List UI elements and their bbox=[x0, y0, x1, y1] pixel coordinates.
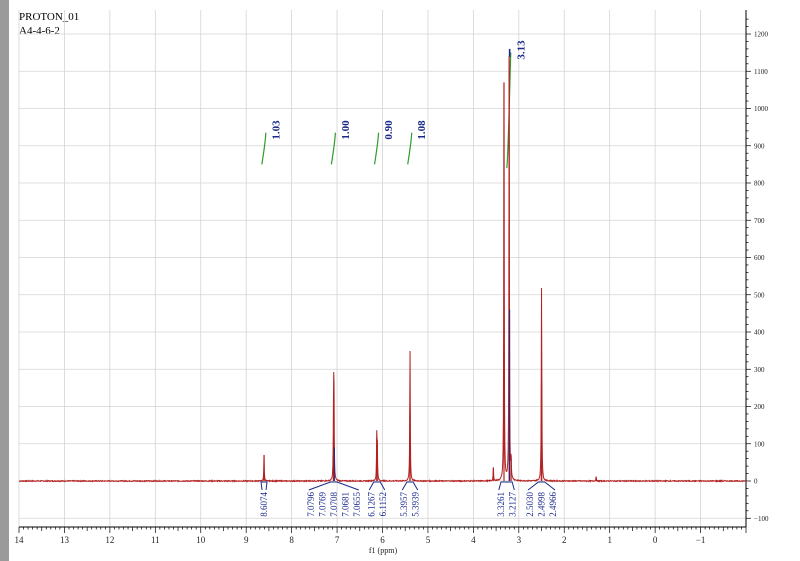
x-tick-label: 9 bbox=[244, 535, 249, 545]
x-tick-label: 6 bbox=[380, 535, 385, 545]
peak-label: 7.0796 bbox=[306, 492, 316, 517]
peak-label: 7.0769 bbox=[317, 492, 327, 517]
integral-curve bbox=[407, 132, 413, 165]
y-tick-label: 400 bbox=[754, 329, 765, 337]
x-tick-label: −1 bbox=[696, 535, 706, 545]
y-tick-label: 200 bbox=[754, 403, 765, 411]
peak-label: 3.3261 bbox=[496, 492, 506, 517]
y-tick-label: 1100 bbox=[754, 68, 768, 76]
x-tick-label: 12 bbox=[105, 535, 114, 545]
y-tick-label: 700 bbox=[754, 217, 765, 225]
integral-curve bbox=[330, 132, 336, 165]
peak-label-bracket bbox=[401, 481, 419, 491]
x-tick-label: 2 bbox=[562, 535, 567, 545]
integral-curve bbox=[373, 132, 380, 165]
y-tick-label: 900 bbox=[754, 142, 765, 150]
peak-label: 2.5030 bbox=[525, 492, 535, 517]
y-tick-label: 100 bbox=[754, 440, 765, 448]
y-tick-label: 500 bbox=[754, 291, 765, 299]
integral-curves: 1.03 1.00 0.90 1.08 3.13 bbox=[261, 40, 527, 169]
x-tick-label: 11 bbox=[151, 535, 160, 545]
x-axis-label: f1 (ppm) bbox=[369, 546, 398, 555]
integral-value: 1.00 bbox=[340, 120, 352, 140]
peak-label: 2.4966 bbox=[548, 492, 558, 517]
x-tick-label: 3 bbox=[517, 535, 522, 545]
x-tick-label: 14 bbox=[15, 535, 25, 545]
peak-label-bracket bbox=[498, 481, 515, 491]
peak-label: 7.0708 bbox=[329, 492, 339, 517]
x-tick-label: 1 bbox=[607, 535, 612, 545]
x-tick-label: 8 bbox=[289, 535, 294, 545]
peak-label: 2.4998 bbox=[537, 492, 547, 517]
integral-value: 0.90 bbox=[383, 120, 395, 140]
peak-label: 5.3957 bbox=[399, 492, 409, 517]
peak-label: 3.2127 bbox=[507, 492, 517, 517]
x-tick-label: 0 bbox=[653, 535, 658, 545]
peak-label-bracket bbox=[308, 481, 359, 491]
integral-value: 3.13 bbox=[515, 40, 527, 60]
y-tick-label: 0 bbox=[754, 478, 758, 486]
peak-label: 6.1267 bbox=[366, 492, 376, 517]
y-tick-label: −100 bbox=[754, 515, 769, 523]
x-tick-label: 10 bbox=[196, 535, 206, 545]
peak-label: 8.6074 bbox=[259, 492, 269, 517]
y-tick-label: 300 bbox=[754, 366, 765, 374]
grid bbox=[18, 10, 746, 527]
x-tick-label: 7 bbox=[335, 535, 340, 545]
nmr-spectrum-chart[interactable]: 14 13 12 11 10 9 8 7 6 5 4 3 2 1 0 −1 −1000100200300400… bbox=[0, 0, 800, 561]
y-axis-ticks: −100 0 100 200 300 400 500 600 700 800 900 1000 1100… bbox=[746, 18, 769, 523]
integral-curve bbox=[261, 132, 267, 165]
peak-label: 7.0681 bbox=[340, 492, 350, 517]
x-tick-label: 13 bbox=[60, 535, 70, 545]
x-tick-label: 4 bbox=[471, 535, 476, 545]
peak-labels: 8.6074 7.0796 7.0769 7.0708 7.0681 7.0655 6.12… bbox=[259, 481, 558, 517]
y-tick-label: 800 bbox=[754, 180, 765, 188]
peak-label: 7.0655 bbox=[352, 492, 362, 517]
y-tick-label: 1200 bbox=[754, 31, 769, 39]
peak-label-bracket bbox=[260, 481, 268, 491]
integral-value: 1.08 bbox=[416, 120, 428, 140]
y-tick-label: 1000 bbox=[754, 105, 769, 113]
y-tick-label: 600 bbox=[754, 254, 765, 262]
peak-label: 6.1152 bbox=[378, 492, 388, 516]
x-axis-ticks: 14 13 12 11 10 9 8 7 6 5 4 3 2 1 0 −1 bbox=[15, 527, 747, 545]
integral-value: 1.03 bbox=[270, 120, 282, 140]
peak-label-bracket bbox=[527, 481, 556, 491]
peak-label: 5.3939 bbox=[411, 492, 421, 517]
x-tick-label: 5 bbox=[426, 535, 431, 545]
